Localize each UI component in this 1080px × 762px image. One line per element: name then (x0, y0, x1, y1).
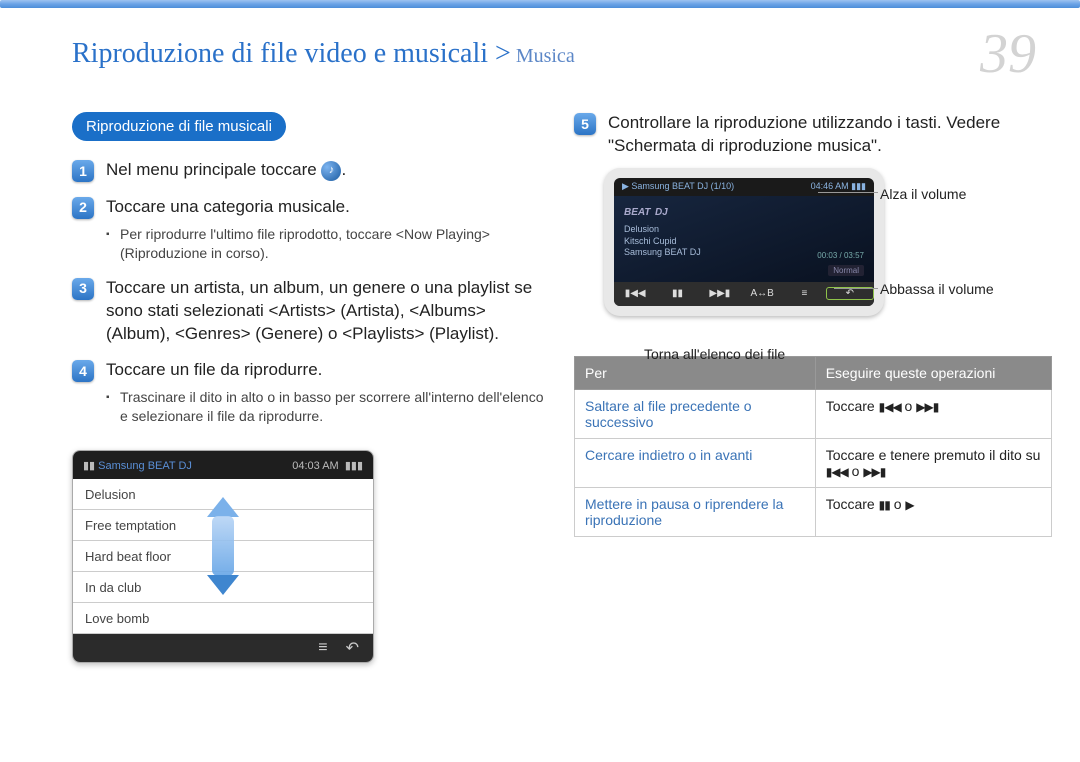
track-title: Delusion (624, 224, 864, 236)
back-icon-highlighted: ↶ (826, 287, 874, 300)
step-1: 1 Nel menu principale toccare ♪. (72, 159, 550, 182)
next-icon: ▶▶▮ (916, 400, 938, 414)
track-row: Free temptation (73, 510, 373, 541)
page-title: Riproduzione di file video e musicali > … (72, 38, 575, 70)
table-row: Mettere in pausa o riprendere la riprodu… (575, 487, 1052, 536)
pause-icon: ▮▮ (656, 288, 698, 299)
ab-repeat-icon: A↔B (741, 288, 783, 299)
next-icon: ▶▶▮ (863, 465, 885, 479)
track-row: Hard beat floor (73, 541, 373, 572)
steps-list: 1 Nel menu principale toccare ♪. 2 Tocca… (72, 159, 550, 426)
table-row: Saltare al file precedente o successivo … (575, 389, 1052, 438)
op-seek-action: Toccare e tenere premuto il dito su ▮◀◀ … (815, 438, 1051, 487)
step-badge-3: 3 (72, 278, 94, 300)
op-pause-label: Mettere in pausa o riprendere la riprodu… (575, 487, 816, 536)
player-screen: ▶ Samsung BEAT DJ (1/10) 04:46 AM ▮▮▮ BE… (614, 178, 874, 306)
op-skip-action: Toccare ▮◀◀ o ▶▶▮ (815, 389, 1051, 438)
table-row: Cercare indietro o in avanti Toccare e t… (575, 438, 1052, 487)
step-2-note: Per riprodurre l'ultimo file riprodotto,… (106, 225, 550, 263)
brand-sub: DJ (655, 207, 668, 218)
step-5-text: Controllare la riproduzione utilizzando … (608, 113, 1000, 155)
left-column: Riproduzione di file musicali 1 Nel menu… (72, 112, 550, 663)
device-name: Samsung BEAT DJ (98, 460, 192, 472)
track-artist: Kitschi Cupid (624, 236, 864, 248)
step-badge-4: 4 (72, 360, 94, 382)
play-timer: 00:03 / 03:57 (817, 251, 864, 260)
device-status-bar: ▮▮ Samsung BEAT DJ 04:03 AM ▮▮▮ (73, 451, 373, 479)
step-badge-5: 5 (574, 113, 596, 135)
step-5: 5 Controllare la riproduzione utilizzand… (574, 112, 1052, 158)
eq-mode: Normal (828, 265, 864, 276)
player-callout-area: ▶ Samsung BEAT DJ (1/10) 04:46 AM ▮▮▮ BE… (574, 168, 1052, 316)
page-header: Riproduzione di file video e musicali > … (0, 8, 1080, 92)
device-screenshot-player: ▶ Samsung BEAT DJ (1/10) 04:46 AM ▮▮▮ BE… (604, 168, 884, 316)
music-app-icon: ♪ (321, 161, 341, 181)
section-pill: Riproduzione di file musicali (72, 112, 286, 141)
prev-icon: ▮◀◀ (614, 288, 656, 299)
step-badge-1: 1 (72, 160, 94, 182)
page-number: 39 (980, 22, 1036, 86)
operations-table: Per Eseguire queste operazioni Saltare a… (574, 356, 1052, 537)
op-skip-label: Saltare al file precedente o successivo (575, 389, 816, 438)
menu-icon: ≡ (318, 639, 327, 657)
step-4-text: Toccare un file da riprodurre. (106, 360, 322, 379)
step-3: 3 Toccare un artista, un album, un gener… (72, 277, 550, 346)
player-counter: (1/10) (711, 181, 735, 191)
step-badge-2: 2 (72, 197, 94, 219)
player-status-bar: ▶ Samsung BEAT DJ (1/10) 04:46 AM ▮▮▮ (614, 178, 874, 196)
device-time: 04:03 AM (292, 460, 338, 472)
step-2-text: Toccare una categoria musicale. (106, 197, 350, 216)
track-row: Delusion (73, 479, 373, 510)
right-column: 5 Controllare la riproduzione utilizzand… (574, 112, 1052, 663)
title-main: Riproduzione di file video e musicali > (72, 38, 511, 69)
op-pause-action: Toccare ▮▮ o ▶ (815, 487, 1051, 536)
brand-logo: BEAT DJ (624, 202, 864, 220)
step-2: 2 Toccare una categoria musicale. Per ri… (72, 196, 550, 263)
player-name: Samsung BEAT DJ (631, 181, 708, 191)
track-row: In da club (73, 572, 373, 603)
callout-volume-down: Abbassa il volume (880, 281, 994, 297)
device-footer-bar: ≡ ↶ (73, 634, 373, 662)
title-sub: Musica (511, 45, 575, 67)
callout-volume-up: Alza il volume (880, 186, 966, 202)
track-row: Love bomb (73, 603, 373, 634)
player-main-area: BEAT DJ Delusion Kitschi Cupid Samsung B… (614, 196, 874, 282)
player-controls: ▮◀◀ ▮▮ ▶▶▮ A↔B ≡ ↶ (614, 282, 874, 306)
play-icon: ▶ (905, 498, 913, 512)
device-screenshot-list: ▮▮ Samsung BEAT DJ 04:03 AM ▮▮▮ Delusion… (72, 450, 374, 663)
back-icon: ↶ (346, 638, 359, 658)
callout-line (818, 192, 878, 193)
step-4: 4 Toccare un file da riprodurre. Trascin… (72, 359, 550, 426)
pause-icon: ▮▮ (879, 498, 890, 512)
content-area: Riproduzione di file musicali 1 Nel menu… (0, 92, 1080, 693)
menu-icon: ≡ (783, 288, 825, 299)
op-seek-label: Cercare indietro o in avanti (575, 438, 816, 487)
next-icon: ▶▶▮ (699, 288, 741, 299)
table-head-right: Eseguire queste operazioni (815, 356, 1051, 389)
top-accent-bar (0, 0, 1080, 8)
player-time: 04:46 AM (811, 181, 849, 191)
step-1-text: Nel menu principale toccare (106, 160, 321, 179)
callout-back-to-list: Torna all'elenco dei file (644, 346, 785, 362)
play-indicator-icon: ▮▮ Samsung BEAT DJ (83, 459, 192, 472)
prev-icon: ▮◀◀ (826, 465, 848, 479)
callout-line (834, 288, 878, 289)
step-3-text: Toccare un artista, un album, un genere … (106, 278, 532, 343)
prev-icon: ▮◀◀ (879, 400, 901, 414)
step-4-note: Trascinare il dito in alto o in basso pe… (106, 388, 550, 426)
